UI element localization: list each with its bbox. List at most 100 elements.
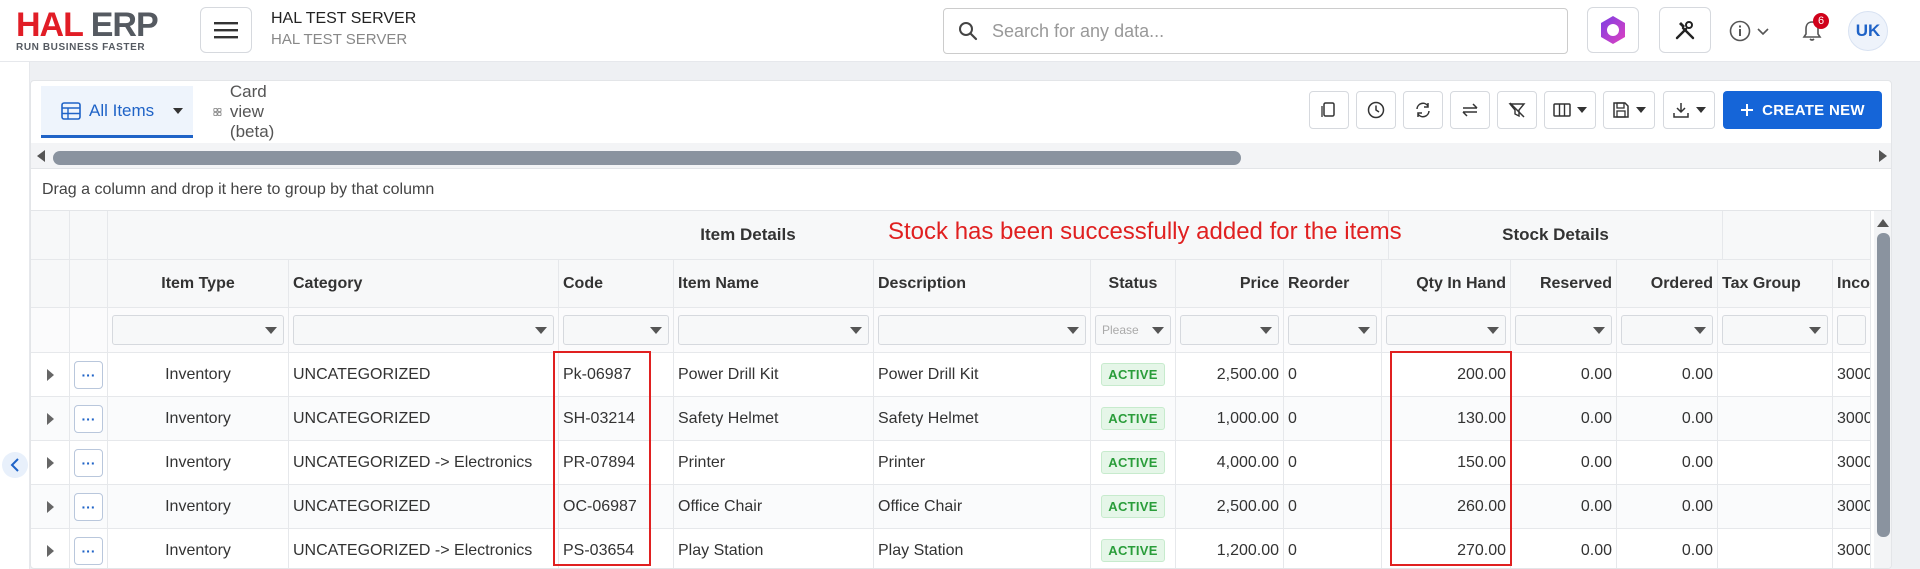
collapse-sidebar-button[interactable]: [2, 452, 28, 478]
server-subtitle: HAL TEST SERVER: [271, 31, 408, 48]
create-new-button[interactable]: CREATE NEW: [1723, 91, 1882, 129]
column-header-reserved[interactable]: Reserved: [1511, 260, 1617, 307]
table-row[interactable]: ··· Inventory UNCATEGORIZED -> Electroni…: [31, 529, 1871, 568]
cell-item-name: Safety Helmet: [674, 397, 874, 440]
filter-reorder[interactable]: [1288, 315, 1377, 345]
dropdown-caret-icon: [265, 326, 277, 334]
cell-item-name: Printer: [674, 441, 874, 484]
swap-icon: [1462, 103, 1478, 117]
cell-description: Office Chair: [874, 485, 1091, 528]
table-row[interactable]: ··· Inventory UNCATEGORIZED -> Electroni…: [31, 441, 1871, 485]
column-header-reorder[interactable]: Reorder: [1284, 260, 1382, 307]
vertical-scroll-thumb[interactable]: [1877, 233, 1890, 537]
dropdown-caret-icon: [1809, 326, 1821, 334]
status-badge: ACTIVE: [1101, 363, 1165, 386]
column-header-item-type[interactable]: Item Type: [108, 260, 289, 307]
dropdown-caret-icon: [1067, 326, 1079, 334]
filter-code[interactable]: [563, 315, 669, 345]
help-menu[interactable]: [1728, 18, 1770, 44]
filter-status[interactable]: Please: [1095, 315, 1171, 345]
column-header-category[interactable]: Category: [289, 260, 559, 307]
cell-tax-group: [1718, 529, 1833, 568]
tab-all-items-label: All Items: [89, 100, 155, 120]
column-header-qty-in-hand[interactable]: Qty In Hand: [1382, 260, 1511, 307]
horizontal-scrollbar[interactable]: [31, 143, 1891, 169]
column-header-inco[interactable]: Inco: [1833, 260, 1871, 307]
cell-ordered: 0.00: [1617, 529, 1718, 568]
expand-row-icon[interactable]: [46, 544, 54, 557]
filter-reserved[interactable]: [1515, 315, 1612, 345]
status-badge: ACTIVE: [1101, 495, 1165, 518]
filter-qty-in-hand[interactable]: [1386, 315, 1506, 345]
filter-price[interactable]: [1180, 315, 1279, 345]
chevron-left-icon: [10, 458, 19, 472]
horizontal-scroll-thumb[interactable]: [53, 151, 1241, 165]
filter-category[interactable]: [293, 315, 554, 345]
cell-reorder: 0: [1284, 397, 1382, 440]
filter-tax-group[interactable]: [1722, 315, 1828, 345]
assistant-button[interactable]: [1587, 7, 1639, 53]
table-row[interactable]: ··· Inventory UNCATEGORIZED OC-06987 Off…: [31, 485, 1871, 529]
save-layout-button[interactable]: [1603, 91, 1655, 129]
notification-badge: 6: [1813, 13, 1829, 29]
search-input[interactable]: [992, 20, 1552, 42]
refresh-icon: [1416, 102, 1430, 118]
expand-row-icon[interactable]: [46, 412, 54, 425]
filter-inco[interactable]: [1837, 315, 1866, 345]
row-actions-button[interactable]: ···: [74, 492, 103, 521]
column-header-status[interactable]: Status: [1091, 260, 1176, 307]
expand-row-icon[interactable]: [46, 368, 54, 381]
logo-hal: HAL: [16, 6, 83, 44]
scroll-left-icon[interactable]: [37, 150, 47, 162]
cell-reorder: 0: [1284, 485, 1382, 528]
vertical-scrollbar[interactable]: [1874, 211, 1891, 568]
menu-button[interactable]: [200, 7, 252, 53]
row-actions-button[interactable]: ···: [74, 536, 103, 565]
clear-filter-button[interactable]: [1497, 91, 1537, 129]
column-header-price[interactable]: Price: [1176, 260, 1284, 307]
filter-item-type[interactable]: [112, 315, 284, 345]
chevron-down-icon: [1757, 28, 1769, 36]
column-header-item-name[interactable]: Item Name: [674, 260, 874, 307]
logo-erp: ERP: [90, 6, 159, 44]
filter-item-name[interactable]: [678, 315, 869, 345]
expand-row-icon[interactable]: [46, 456, 54, 469]
dropdown-caret-icon: [1152, 326, 1164, 334]
filter-description[interactable]: [878, 315, 1086, 345]
cell-item-type: Inventory: [108, 397, 289, 440]
cell-inco: 3000: [1833, 485, 1871, 528]
column-header-tax-group[interactable]: Tax Group: [1718, 260, 1833, 307]
create-new-label: CREATE NEW: [1762, 101, 1865, 119]
global-search[interactable]: [943, 8, 1568, 54]
tab-all-items[interactable]: All Items: [41, 86, 193, 138]
highlight-qty-column: [1390, 351, 1512, 566]
refresh-button[interactable]: [1403, 91, 1443, 129]
column-header-description[interactable]: Description: [874, 260, 1091, 307]
avatar[interactable]: UK: [1848, 11, 1888, 51]
scroll-up-icon[interactable]: [1877, 217, 1889, 227]
history-button[interactable]: [1356, 91, 1396, 129]
logo[interactable]: HAL ERP RUN BUSINESS FASTER: [16, 6, 186, 53]
cell-category: UNCATEGORIZED -> Electronics: [289, 529, 559, 568]
cell-ordered: 0.00: [1617, 441, 1718, 484]
group-by-panel[interactable]: Drag a column and drop it here to group …: [31, 169, 1891, 211]
tools-button[interactable]: [1659, 7, 1711, 53]
copy-button[interactable]: [1309, 91, 1349, 129]
download-button[interactable]: [1663, 91, 1715, 129]
column-header-code[interactable]: Code: [559, 260, 674, 307]
swap-button[interactable]: [1450, 91, 1490, 129]
scroll-right-icon[interactable]: [1877, 150, 1887, 162]
columns-menu-button[interactable]: [1544, 91, 1596, 129]
table-row[interactable]: ··· Inventory UNCATEGORIZED Pk-06987 Pow…: [31, 353, 1871, 397]
tab-card-view[interactable]: Card view (beta): [213, 82, 285, 141]
row-actions-button[interactable]: ···: [74, 360, 103, 389]
cell-inco: 3000: [1833, 353, 1871, 396]
tools-icon: [1675, 21, 1695, 40]
caret-down-icon[interactable]: [172, 107, 184, 115]
filter-ordered[interactable]: [1621, 315, 1713, 345]
table-row[interactable]: ··· Inventory UNCATEGORIZED SH-03214 Saf…: [31, 397, 1871, 441]
expand-row-icon[interactable]: [46, 500, 54, 513]
column-header-ordered[interactable]: Ordered: [1617, 260, 1718, 307]
row-actions-button[interactable]: ···: [74, 404, 103, 433]
row-actions-button[interactable]: ···: [74, 448, 103, 477]
